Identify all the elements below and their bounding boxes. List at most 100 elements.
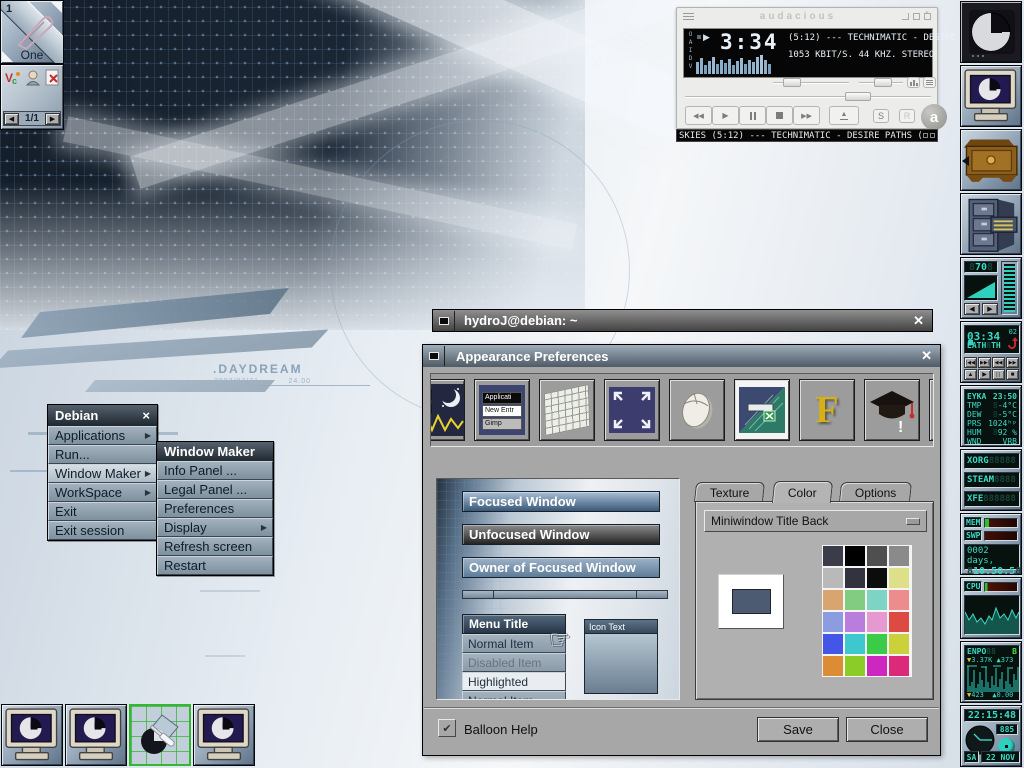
miniaturize-icon[interactable]: [424, 346, 445, 366]
palette-cell[interactable]: [845, 590, 865, 610]
process-xfe[interactable]: XFE888888: [964, 491, 1020, 507]
menu-item-exit-session[interactable]: Exit session: [48, 521, 157, 540]
menu-item-applications[interactable]: Applications▶: [48, 426, 157, 445]
close-icon[interactable]: ×: [924, 13, 931, 20]
pager-next-corner[interactable]: [51, 2, 62, 13]
appicon-terminal-2[interactable]: [65, 704, 127, 766]
section-mouse[interactable]: [669, 379, 725, 441]
menu-icon[interactable]: [683, 11, 694, 22]
music-stop-button[interactable]: ■: [1006, 369, 1019, 380]
music-rew-button[interactable]: ◀◀: [992, 357, 1005, 368]
section-window-handling[interactable]: [430, 379, 465, 441]
next-page-button[interactable]: ▶: [45, 113, 60, 125]
music-first-button[interactable]: |◀◀: [964, 357, 977, 368]
preview-menu-item[interactable]: Normal Item: [462, 691, 566, 700]
clutterbar[interactable]: OAIDV: [686, 31, 694, 71]
menu-item-preferences[interactable]: Preferences: [157, 499, 273, 518]
play-time[interactable]: 3:34: [720, 30, 779, 54]
mixer-next-button[interactable]: ▶: [982, 303, 998, 315]
palette-cell[interactable]: [889, 590, 909, 610]
preview-miniwindow[interactable]: Icon Text: [584, 619, 658, 694]
section-workspace[interactable]: [604, 379, 660, 441]
minimize-icon[interactable]: [902, 13, 909, 20]
close-icon[interactable]: ✕: [913, 348, 940, 364]
section-font[interactable]: F: [799, 379, 855, 441]
process-xorg[interactable]: XORG88888: [964, 453, 1020, 469]
palette-cell[interactable]: [889, 634, 909, 654]
submenu-titlebar[interactable]: Window Maker: [157, 442, 273, 461]
palette-cell[interactable]: [845, 612, 865, 632]
appicon-terminal-3[interactable]: [193, 704, 255, 766]
close-button[interactable]: Close: [846, 717, 928, 742]
terminal-titlebar[interactable]: hydroJ@debian: ~ ✕: [433, 310, 932, 331]
menu-item-restart[interactable]: Restart: [157, 556, 273, 575]
balloon-help-checkbox[interactable]: ✔: [438, 719, 456, 737]
close-icon[interactable]: ×: [142, 405, 157, 426]
palette-cell[interactable]: [823, 612, 843, 632]
next-button[interactable]: ▶▶: [793, 106, 820, 125]
current-color-well[interactable]: [718, 574, 784, 629]
palette-cell[interactable]: [845, 568, 865, 588]
palette-cell[interactable]: [867, 590, 887, 610]
equalizer-icon[interactable]: [907, 77, 920, 88]
palette-cell[interactable]: [845, 656, 865, 676]
section-menus[interactable]: Applicati New Entr Gimp: [474, 379, 530, 441]
mixer-prev-button[interactable]: ◀: [964, 303, 980, 315]
eject-button[interactable]: ▲: [829, 106, 859, 125]
palette-cell[interactable]: [823, 634, 843, 654]
mixer-volume-triangle[interactable]: [964, 275, 998, 301]
palette-cell[interactable]: [845, 546, 865, 566]
seek-slider[interactable]: [685, 96, 931, 98]
song-title[interactable]: (5:12) --- TECHNIMATIC - DESIRE: [788, 33, 956, 43]
palette-cell[interactable]: [823, 568, 843, 588]
dock-terminal-app[interactable]: [960, 65, 1022, 127]
menu-item-refresh-screen[interactable]: Refresh screen: [157, 537, 273, 556]
audacious-titlebar[interactable]: audacious ×: [677, 8, 937, 25]
section-keyboard[interactable]: [539, 379, 595, 441]
section-expert[interactable]: !: [864, 379, 920, 441]
miniaturize-icon[interactable]: [434, 311, 455, 331]
process-steam[interactable]: STEAM8888: [964, 472, 1020, 488]
palette-cell[interactable]: [867, 568, 887, 588]
menu-item-legal-panel[interactable]: Legal Panel ...: [157, 480, 273, 499]
palette-cell[interactable]: [845, 634, 865, 654]
menu-item-run[interactable]: Run...: [48, 445, 157, 464]
close-icon[interactable]: [930, 133, 935, 138]
appicon-terminal-1[interactable]: [1, 704, 63, 766]
previous-button[interactable]: ◀◀: [685, 106, 712, 125]
appicon-wprefs[interactable]: [129, 704, 191, 766]
shuffle-button[interactable]: S: [873, 109, 889, 123]
playlist-icon[interactable]: [923, 77, 936, 88]
prev-page-button[interactable]: ◀: [4, 113, 19, 125]
dock-weather-applet[interactable]: EYKA23:50 TMP8-4°C DEW8-5°C PRS1024ʰᵖ HU…: [960, 385, 1022, 447]
palette-cell[interactable]: [867, 656, 887, 676]
prefs-titlebar[interactable]: Appearance Preferences ✕: [423, 345, 940, 367]
pause-button[interactable]: [739, 106, 766, 125]
shade-icon[interactable]: [923, 133, 928, 138]
palette-cell[interactable]: [867, 612, 887, 632]
music-play-button[interactable]: ▶: [978, 369, 991, 380]
playlist-bar[interactable]: SKIES (5:12) --- TECHNIMATIC - DESIRE PA…: [676, 129, 938, 142]
palette-cell[interactable]: [889, 656, 909, 676]
preview-menu-item-highlighted[interactable]: Highlighted: [462, 672, 566, 691]
volume-slider[interactable]: [773, 82, 849, 84]
menu-item-workspace[interactable]: WorkSpace▶: [48, 483, 157, 502]
tab-texture[interactable]: Texture: [694, 482, 765, 502]
drawer-retract-icon[interactable]: [962, 156, 969, 166]
preview-owner-titlebar[interactable]: Owner of Focused Window: [462, 557, 660, 578]
close-icon[interactable]: ✕: [905, 313, 932, 329]
stop-button[interactable]: [766, 106, 793, 125]
menu-item-exit[interactable]: Exit: [48, 502, 157, 521]
music-pause-button[interactable]: ||: [992, 369, 1005, 380]
user-app-icon[interactable]: [25, 70, 41, 86]
shade-icon[interactable]: [913, 13, 920, 20]
preview-unfocused-titlebar[interactable]: Unfocused Window: [462, 524, 660, 545]
music-eject-button[interactable]: ▲: [964, 369, 977, 380]
palette-cell[interactable]: [823, 546, 843, 566]
palette-cell[interactable]: [889, 568, 909, 588]
workspace-tile[interactable]: 1 One: [0, 0, 64, 64]
palette-cell[interactable]: [889, 546, 909, 566]
play-button[interactable]: ▶: [712, 106, 739, 125]
preview-menu-item-disabled[interactable]: Disabled Item: [462, 653, 566, 672]
menu-item-window-maker[interactable]: Window Maker▶: [48, 464, 157, 483]
